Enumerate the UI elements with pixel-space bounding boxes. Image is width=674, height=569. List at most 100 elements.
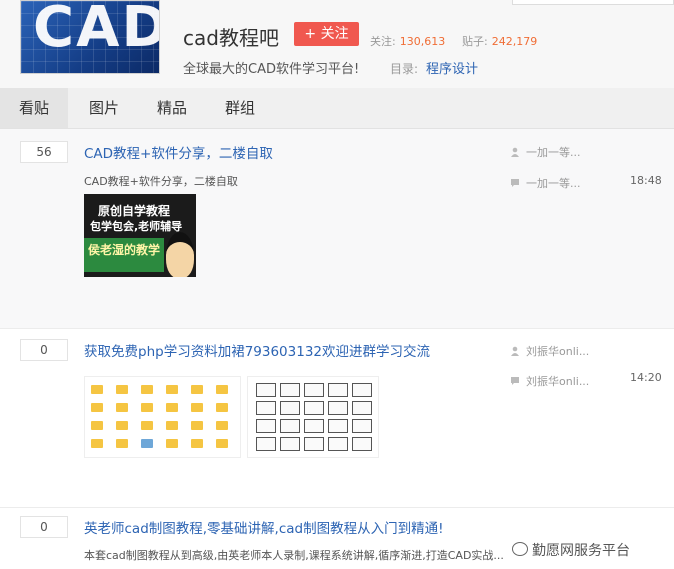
folder-icon	[116, 385, 128, 394]
watermark: 勤愿网服务平台	[512, 540, 630, 560]
promo-subline: 包学包会,老师辅导	[90, 220, 183, 233]
thread-excerpt: CAD教程+软件分享，二楼自取	[84, 175, 238, 188]
comment-icon	[511, 179, 519, 187]
forum-slogan: 全球最大的CAD软件学习平台!	[183, 62, 360, 77]
follow-count: 130,613	[399, 35, 446, 48]
folder-icon	[166, 385, 178, 394]
folder-icon	[216, 439, 228, 448]
thread-last-replier[interactable]: 一加一等...	[510, 175, 581, 191]
folder-icon	[166, 439, 178, 448]
folder-icon	[116, 421, 128, 430]
shape-icon	[304, 383, 324, 397]
shape-icon	[352, 401, 372, 415]
follow-stat-label: 关注:	[370, 35, 396, 48]
shape-icon	[256, 401, 276, 415]
last-reply-time: 14:20	[630, 371, 662, 384]
folder-icon	[216, 421, 228, 430]
post-stat-label: 贴子:	[462, 35, 488, 48]
logo-text: CAD	[33, 0, 160, 60]
last-replier-name: 刘振华onli...	[526, 375, 590, 388]
shape-icon	[352, 419, 372, 433]
shape-icon	[328, 437, 348, 451]
cartoon-face-illustration	[166, 232, 194, 277]
shapes-screenshot-thumbnail[interactable]	[247, 376, 379, 458]
last-reply-time: 18:48	[630, 174, 662, 187]
thread-excerpt: 本套cad制图教程从到高级,由英老师本人录制,课程系统讲解,循序渐进,打造CAD…	[84, 549, 504, 562]
promo-banner: 侯老湿的教学	[84, 238, 164, 272]
directory-link[interactable]: 程序设计	[426, 62, 478, 77]
thread-author[interactable]: 刘振华onli...	[510, 343, 589, 359]
thread-divider	[0, 507, 674, 508]
folder-screenshot-thumbnail[interactable]	[84, 376, 241, 458]
shape-icon	[304, 401, 324, 415]
forum-logo[interactable]: CAD	[20, 0, 160, 74]
folder-icon	[141, 421, 153, 430]
folder-icon	[91, 421, 103, 430]
forum-name[interactable]: cad教程吧	[183, 22, 279, 51]
post-stat: 贴子: 242,179	[462, 33, 537, 49]
reply-count-badge: 0	[20, 339, 68, 361]
folder-icon	[216, 403, 228, 412]
shape-icon	[280, 437, 300, 451]
shape-icon	[280, 419, 300, 433]
user-icon	[511, 346, 519, 356]
wechat-icon	[512, 542, 528, 556]
folder-icon	[166, 421, 178, 430]
folder-icon	[166, 403, 178, 412]
folder-icon	[116, 403, 128, 412]
shape-icon	[256, 437, 276, 451]
tab-posts[interactable]: 看贴	[0, 88, 68, 128]
folder-icon	[191, 439, 203, 448]
thread-title[interactable]: 获取免费php学习资料加裙793603132欢迎进群学习交流	[84, 340, 430, 360]
post-count: 242,179	[491, 35, 538, 48]
shape-icon	[280, 383, 300, 397]
folder-icon	[141, 385, 153, 394]
forum-header: CAD cad教程吧 + 关注 关注: 130,613 贴子: 242,179 全球…	[0, 0, 674, 88]
tab-groups[interactable]: 群组	[216, 88, 264, 128]
comment-icon	[511, 377, 519, 385]
reply-count-badge: 56	[20, 141, 68, 163]
thread-title[interactable]: CAD教程+软件分享，二楼自取	[84, 142, 273, 162]
forum-directory: 目录: 程序设计	[390, 58, 478, 77]
watermark-text: 勤愿网服务平台	[532, 543, 630, 559]
shape-icon	[328, 401, 348, 415]
shape-icon	[328, 419, 348, 433]
folder-icon	[91, 439, 103, 448]
shape-icon	[304, 437, 324, 451]
thread-title[interactable]: 英老师cad制图教程,零基础讲解,cad制图教程从入门到精通!	[84, 517, 444, 537]
folder-icon	[141, 403, 153, 412]
folder-icon	[91, 403, 103, 412]
folder-icon	[216, 385, 228, 394]
top-toolbar-edge	[512, 0, 674, 5]
shape-icon	[352, 383, 372, 397]
promo-headline: 原创自学教程	[98, 204, 171, 218]
shape-icon	[256, 419, 276, 433]
promo-teacher-name: 侯老湿的教学	[88, 243, 161, 257]
folder-icon	[91, 385, 103, 394]
reply-count-badge: 0	[20, 516, 68, 538]
user-icon	[511, 147, 519, 157]
shape-icon	[328, 383, 348, 397]
follow-button[interactable]: + 关注	[294, 22, 359, 46]
tab-images[interactable]: 图片	[80, 88, 128, 128]
folder-icon	[116, 439, 128, 448]
shape-icon	[352, 437, 372, 451]
folder-icon	[191, 421, 203, 430]
shape-icon	[280, 401, 300, 415]
thread-divider	[0, 328, 674, 329]
author-name: 刘振华onli...	[526, 345, 590, 358]
folder-icon	[191, 385, 203, 394]
tab-featured[interactable]: 精品	[148, 88, 196, 128]
author-name: 一加一等...	[526, 146, 581, 159]
last-replier-name: 一加一等...	[526, 177, 581, 190]
thread-last-replier[interactable]: 刘振华onli...	[510, 373, 589, 389]
folder-icon	[141, 439, 153, 448]
follow-stat: 关注: 130,613	[370, 33, 445, 49]
shape-icon	[256, 383, 276, 397]
folder-icon	[191, 403, 203, 412]
shape-icon	[304, 419, 324, 433]
thread-author[interactable]: 一加一等...	[510, 144, 581, 160]
directory-label: 目录:	[390, 62, 419, 76]
thread-thumbnail[interactable]: 原创自学教程 包学包会,老师辅导 侯老湿的教学	[84, 194, 196, 277]
forum-tabs: 看贴 图片 精品 群组	[0, 88, 674, 129]
